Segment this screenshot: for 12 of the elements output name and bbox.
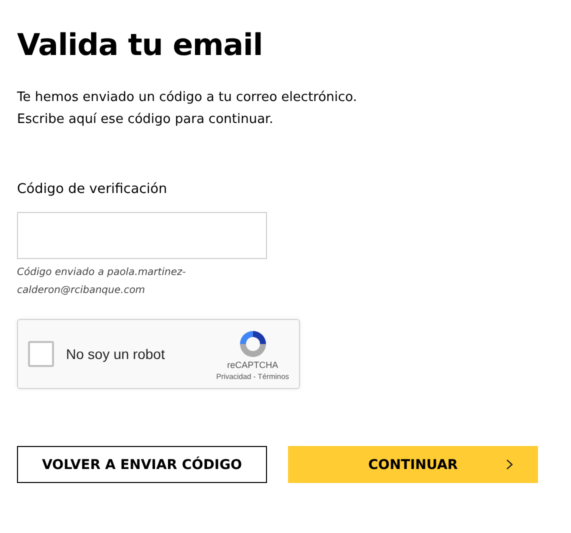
- intro-text: Escribe aquí ese código para continuar.: [17, 111, 274, 129]
- field-label: Código de verificación: [17, 181, 168, 197]
- chevron-right-icon: [506, 459, 513, 470]
- page-title: Valida tu email: [17, 28, 263, 63]
- captcha-label: No soy un robot: [66, 346, 166, 362]
- continue-button[interactable]: CONTINUAR: [288, 446, 538, 483]
- verification-code-field[interactable]: [17, 212, 267, 259]
- recaptcha-brand: reCAPTCHA: [227, 360, 278, 370]
- captcha-checkbox[interactable]: [28, 341, 54, 367]
- field-hint: Código enviado a paola.martinez-calderon@rcibanque.com: [17, 266, 187, 298]
- intro-text: Te hemos enviado un código a tu correo electrónico.: [17, 89, 358, 107]
- resend-code-button[interactable]: VOLVER A ENVIAR CÓDIGO: [17, 446, 267, 483]
